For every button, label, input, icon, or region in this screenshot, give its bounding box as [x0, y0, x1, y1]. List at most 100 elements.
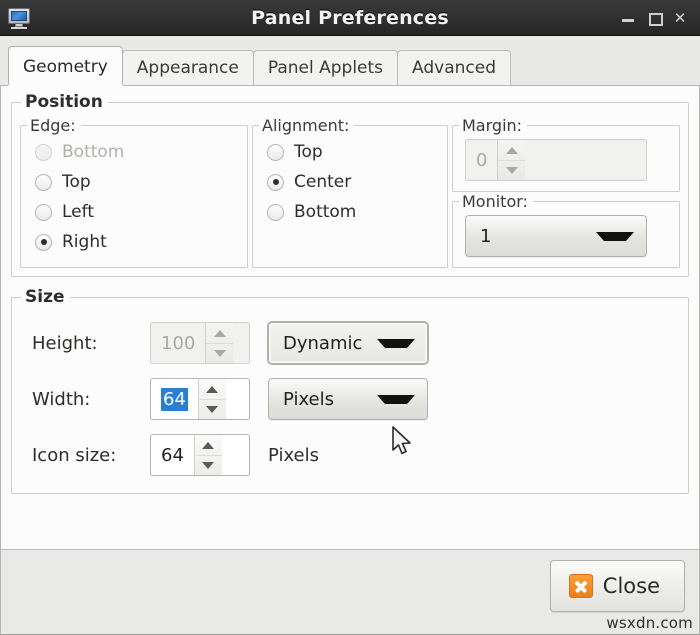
width-mode-dropdown[interactable]: Pixels	[268, 378, 428, 420]
dialog-action-bar: Close wsxdn.com	[0, 549, 700, 635]
position-group-legend: Position	[22, 92, 108, 112]
height-mode-value: Dynamic	[283, 333, 362, 354]
edge-column: Edge: Bottom Top Left	[20, 116, 248, 268]
height-mode-wrap: Dynamic	[268, 322, 428, 364]
size-row-width: Width: 64 Pixels	[32, 371, 680, 427]
margin-value: 0	[466, 140, 497, 180]
margin-increment-button[interactable]	[498, 140, 525, 160]
height-value: 100	[151, 323, 205, 363]
triangle-down-icon	[202, 462, 214, 469]
radio-circle-icon	[267, 144, 284, 161]
window-controls: ✕	[621, 11, 700, 25]
icon-size-label: Icon size:	[32, 445, 150, 466]
icon-size-spinner[interactable]: 64	[150, 434, 250, 476]
icon-size-unit-label: Pixels	[268, 445, 319, 466]
height-spinner-wrap: 100	[150, 322, 250, 364]
radio-alignment-center[interactable]: Center	[259, 167, 441, 197]
margin-field-wrap: 0	[459, 137, 673, 185]
monitor-dropdown[interactable]: 1	[465, 215, 647, 257]
radio-edge-right-label: Right	[62, 232, 107, 252]
monitor-icon-screen	[11, 11, 27, 21]
radio-alignment-bottom-label: Bottom	[294, 202, 356, 222]
triangle-down-icon	[506, 167, 518, 174]
chevron-down-icon	[377, 339, 415, 348]
width-label: Width:	[32, 389, 150, 410]
height-spinner-buttons	[205, 323, 233, 363]
tab-panel-applets[interactable]: Panel Applets	[253, 50, 398, 85]
height-mode-dropdown[interactable]: Dynamic	[268, 322, 428, 364]
close-button-label: Close	[603, 574, 660, 598]
size-group-legend: Size	[22, 287, 70, 307]
width-spinner-buttons	[198, 379, 226, 419]
width-spinner-wrap: 64	[150, 378, 250, 420]
width-value-wrap: 64	[151, 379, 198, 419]
margin-group: Margin: 0	[452, 116, 680, 192]
edge-group-legend: Edge:	[27, 116, 81, 135]
monitor-group-legend: Monitor:	[459, 192, 533, 211]
triangle-up-icon	[214, 330, 226, 337]
size-rows: Height: 100 Dynamic	[20, 311, 680, 485]
tab-advanced[interactable]: Advanced	[397, 50, 511, 85]
height-label: Height:	[32, 333, 150, 354]
radio-circle-icon	[35, 174, 52, 191]
monitor-icon-base	[11, 27, 27, 29]
tab-bar: Geometry Appearance Panel Applets Advanc…	[0, 36, 700, 86]
radio-edge-bottom[interactable]: Bottom	[27, 137, 241, 167]
height-spinner[interactable]: 100	[150, 322, 250, 364]
radio-edge-left[interactable]: Left	[27, 197, 241, 227]
radio-edge-top-label: Top	[62, 172, 91, 192]
width-increment-button[interactable]	[199, 379, 226, 399]
radio-alignment-center-label: Center	[294, 172, 351, 192]
radio-circle-icon	[35, 144, 52, 161]
position-columns: Edge: Bottom Top Left	[20, 116, 680, 268]
tab-appearance[interactable]: Appearance	[122, 50, 254, 85]
maximize-button[interactable]	[647, 11, 661, 25]
width-value[interactable]: 64	[161, 388, 188, 411]
monitor-group: Monitor: 1	[452, 192, 680, 268]
height-increment-button[interactable]	[206, 323, 233, 343]
size-row-height: Height: 100 Dynamic	[32, 315, 680, 371]
monitor-icon	[6, 6, 32, 30]
close-x-icon	[569, 574, 593, 598]
radio-edge-right[interactable]: Right	[27, 227, 241, 257]
radio-edge-left-label: Left	[62, 202, 94, 222]
panel-preferences-window: Panel Preferences ✕ Geometry Appearance …	[0, 0, 700, 635]
triangle-up-icon	[206, 386, 218, 393]
close-window-button[interactable]: ✕	[673, 11, 687, 25]
window-title: Panel Preferences	[0, 7, 700, 29]
margin-group-legend: Margin:	[459, 116, 527, 135]
icon-size-spinner-buttons	[194, 435, 222, 475]
width-decrement-button[interactable]	[199, 399, 226, 419]
height-decrement-button[interactable]	[206, 343, 233, 363]
icon-size-decrement-button[interactable]	[195, 455, 222, 475]
radio-circle-icon	[267, 204, 284, 221]
triangle-down-icon	[214, 350, 226, 357]
icon-size-spinner-wrap: 64	[150, 434, 250, 476]
minimize-button[interactable]	[621, 11, 635, 25]
size-row-icon-size: Icon size: 64 Pixels	[32, 427, 680, 483]
close-button[interactable]: Close	[550, 560, 685, 612]
monitor-dropdown-value: 1	[480, 226, 491, 247]
radio-alignment-top[interactable]: Top	[259, 137, 441, 167]
margin-decrement-button[interactable]	[498, 160, 525, 180]
window-titlebar[interactable]: Panel Preferences ✕	[0, 0, 700, 36]
radio-circle-selected-icon	[35, 234, 52, 251]
monitor-field-wrap: 1	[459, 213, 673, 261]
margin-spinner-buttons	[497, 140, 525, 180]
radio-edge-top[interactable]: Top	[27, 167, 241, 197]
triangle-up-icon	[506, 147, 518, 154]
radio-edge-bottom-label: Bottom	[62, 142, 124, 162]
margin-monitor-column: Margin: 0 Monitor:	[452, 116, 680, 268]
alignment-group-legend: Alignment:	[259, 116, 354, 135]
triangle-down-icon	[206, 406, 218, 413]
monitor-icon-body	[8, 8, 30, 24]
watermark: wsxdn.com	[606, 614, 693, 632]
radio-alignment-bottom[interactable]: Bottom	[259, 197, 441, 227]
icon-size-increment-button[interactable]	[195, 435, 222, 455]
icon-size-value: 64	[151, 435, 194, 475]
margin-spinner[interactable]: 0	[465, 139, 647, 181]
width-spinner[interactable]: 64	[150, 378, 250, 420]
tab-geometry[interactable]: Geometry	[8, 46, 123, 85]
width-mode-wrap: Pixels	[268, 378, 428, 420]
alignment-column: Alignment: Top Center Bottom	[252, 116, 448, 268]
